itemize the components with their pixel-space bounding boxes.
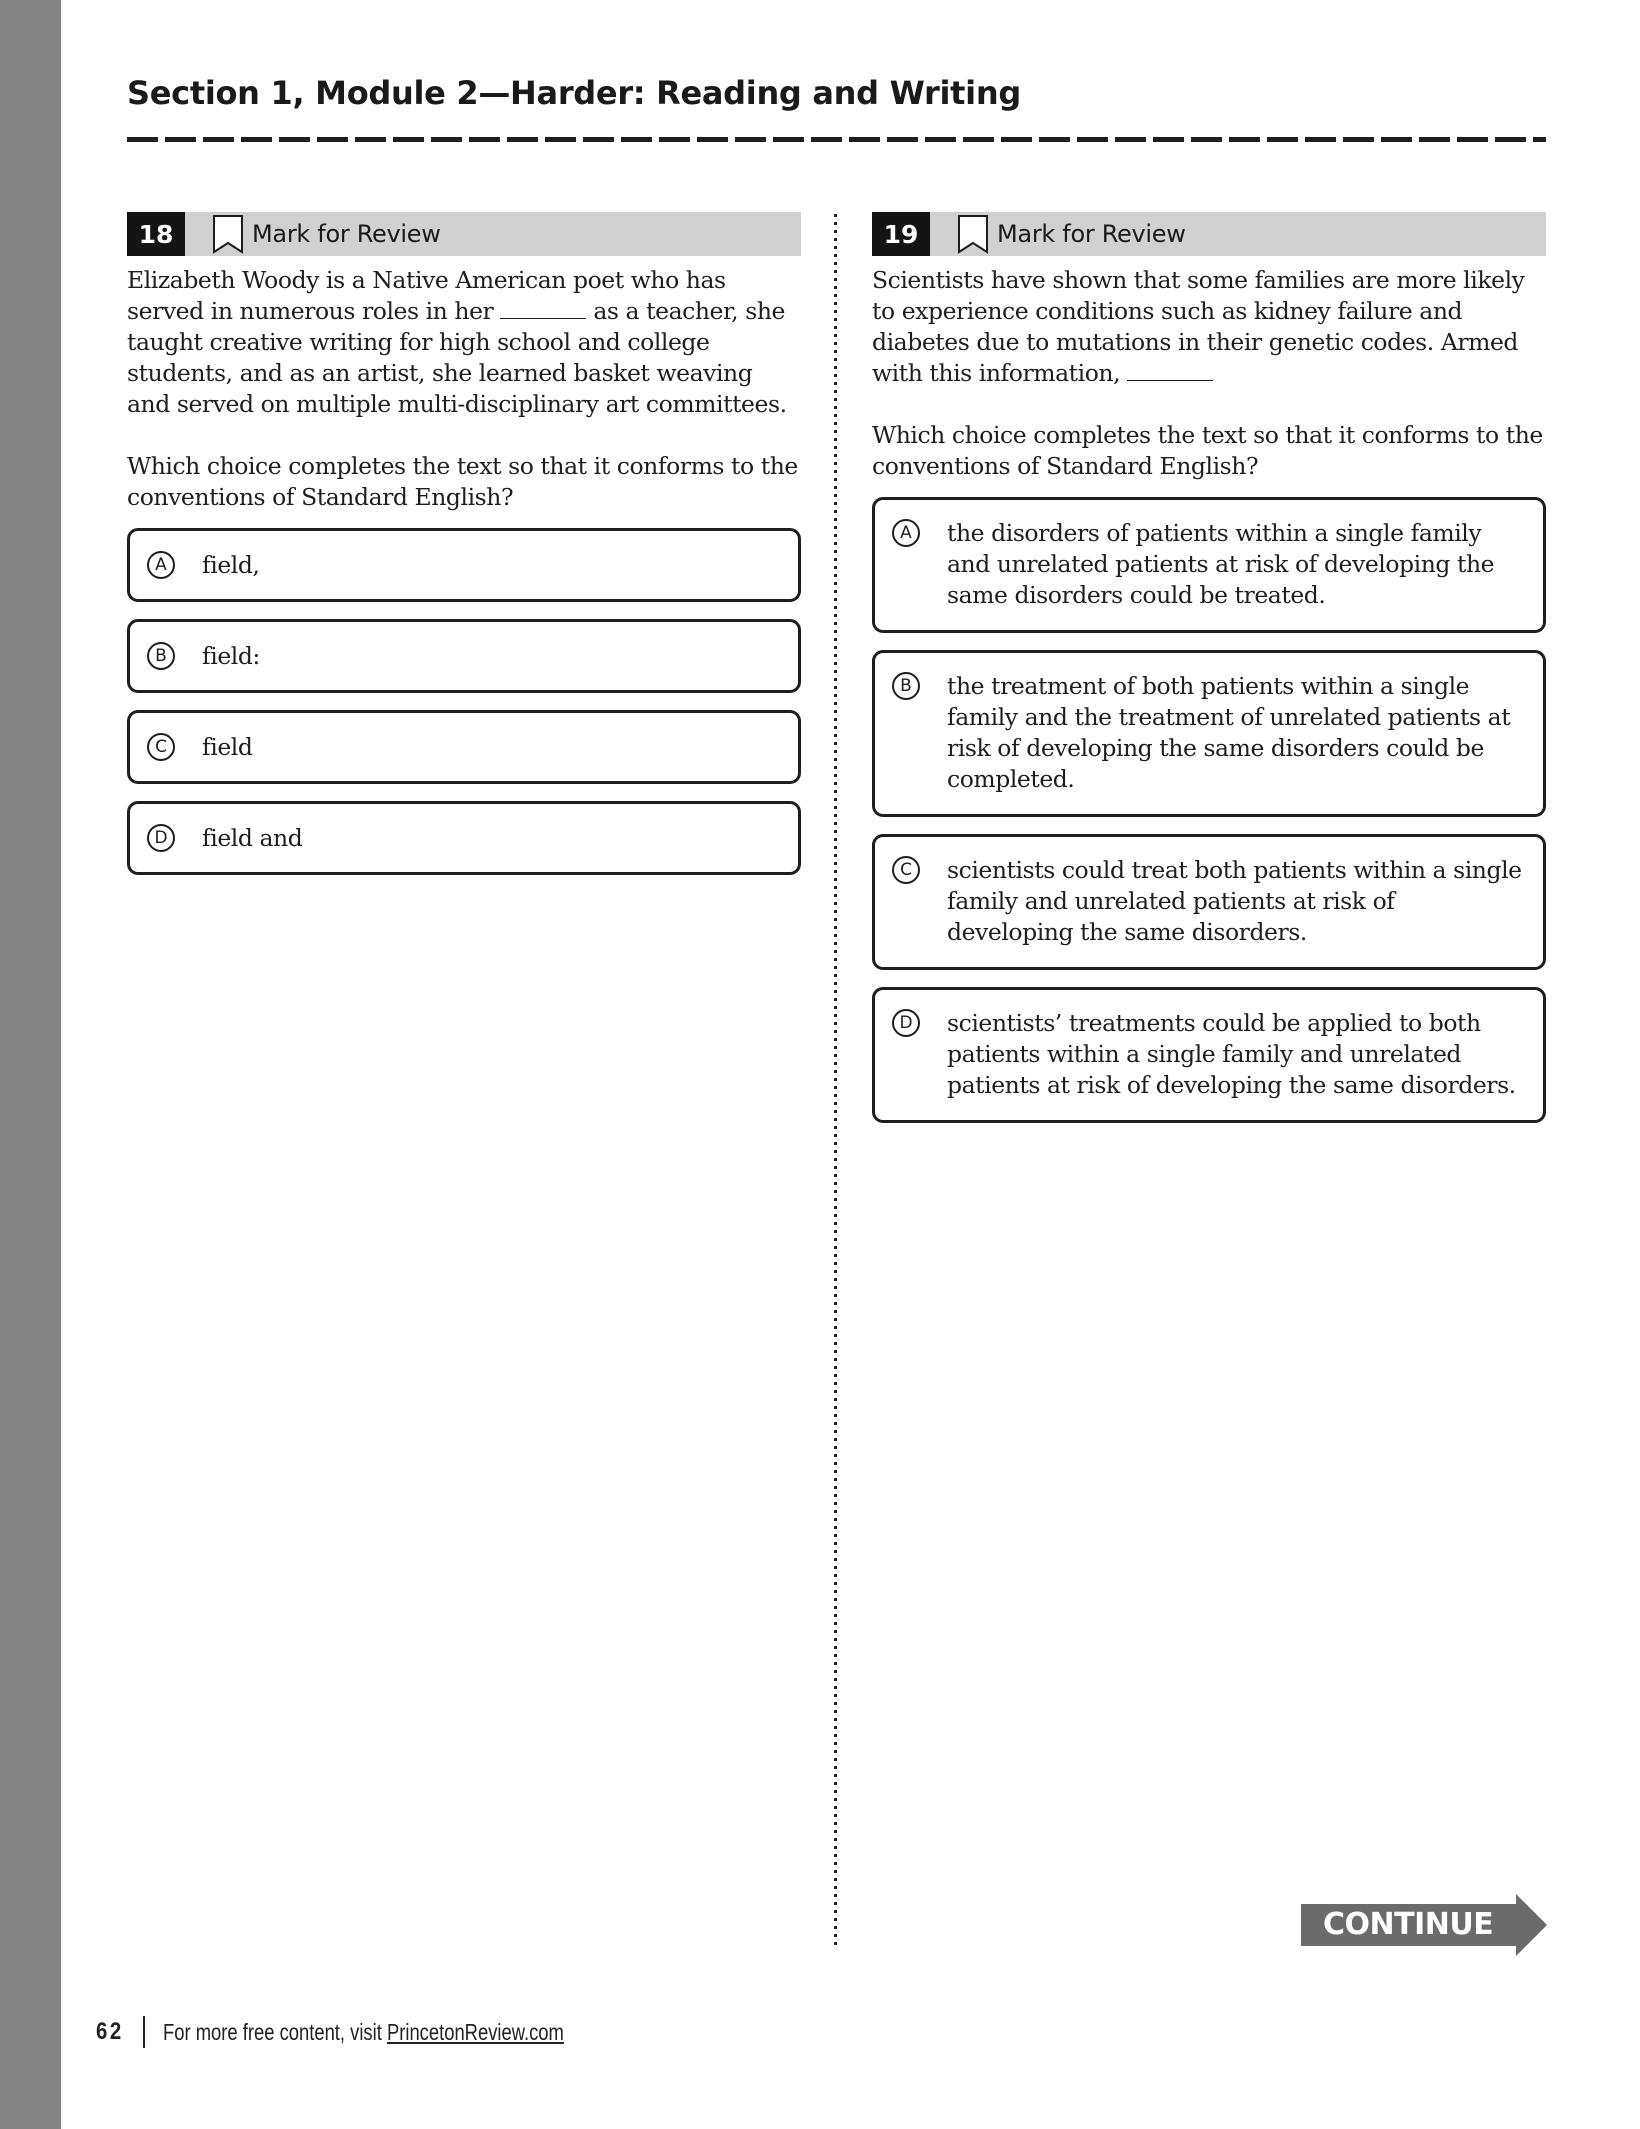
continue-button[interactable]: CONTINUE [1301, 1894, 1547, 1956]
answer-choices: A field, B field: C field D field and [127, 528, 801, 875]
bookmark-icon[interactable] [957, 214, 989, 254]
princeton-review-link[interactable]: PrincetonReview.com [387, 2019, 564, 2045]
continue-label: CONTINUE [1323, 1907, 1494, 1942]
page-footer: 62 For more free content, visit Princeto… [96, 2014, 664, 2050]
choice-text: scientists’ treatments could be applied … [947, 1009, 1516, 1099]
choice-letter-circle: A [147, 551, 175, 579]
mark-for-review-button[interactable]: Mark for Review [252, 220, 441, 248]
fill-in-blank [1127, 360, 1214, 381]
choice-text: field [202, 732, 253, 761]
answer-choice-d[interactable]: D scientists’ treatments could be applie… [872, 987, 1546, 1123]
choice-text: the disorders of patients within a singl… [947, 519, 1495, 609]
question-stem: Scientists have shown that some families… [872, 265, 1546, 389]
question-number-badge: 19 [872, 212, 930, 256]
answer-choice-d[interactable]: D field and [127, 801, 801, 875]
choice-text: scientists could treat both patients wit… [947, 856, 1522, 946]
answer-choice-b[interactable]: B the treatment of both patients within … [872, 650, 1546, 817]
choice-letter-circle: D [892, 1009, 920, 1037]
choice-letter-circle: B [147, 642, 175, 670]
choice-text: field and [202, 823, 303, 852]
footer-caption: For more free content, visit [162, 2018, 387, 2045]
page-title: Section 1, Module 2—Harder: Reading and … [127, 74, 1021, 112]
mark-for-review-button[interactable]: Mark for Review [997, 220, 1186, 248]
question-header: 18 Mark for Review [127, 212, 801, 256]
choice-text: field, [202, 550, 260, 579]
answer-choices: A the disorders of patients within a sin… [872, 497, 1546, 1123]
choice-text: field: [202, 641, 260, 670]
question-prompt: Which choice completes the text so that … [872, 421, 1543, 480]
choice-letter-circle: C [892, 856, 920, 884]
choice-text: the treatment of both patients within a … [947, 672, 1511, 793]
question-number-badge: 18 [127, 212, 185, 256]
choice-letter-circle: B [892, 672, 920, 700]
footer-text: For more free content, visit PrincetonRe… [163, 2019, 564, 2046]
answer-choice-a[interactable]: A the disorders of patients within a sin… [872, 497, 1546, 633]
choice-letter-circle: A [892, 519, 920, 547]
question-18: 18 Mark for Review Elizabeth Woody is a … [127, 212, 801, 892]
title-dashed-rule [127, 137, 1546, 142]
column-divider [834, 214, 837, 1950]
answer-choice-c[interactable]: C scientists could treat both patients w… [872, 834, 1546, 970]
answer-choice-c[interactable]: C field [127, 710, 801, 784]
question-stem: Elizabeth Woody is a Native American poe… [127, 265, 801, 420]
fill-in-blank [500, 298, 587, 319]
answer-choice-b[interactable]: B field: [127, 619, 801, 693]
choice-letter-circle: D [147, 824, 175, 852]
page-edge-sidebar [0, 0, 61, 2129]
page-number: 62 [96, 2018, 124, 2045]
question-prompt: Which choice completes the text so that … [127, 452, 798, 511]
bookmark-icon[interactable] [212, 214, 244, 254]
footer-separator [142, 2016, 145, 2048]
question-header: 19 Mark for Review [872, 212, 1546, 256]
choice-letter-circle: C [147, 733, 175, 761]
question-19: 19 Mark for Review Scientists have shown… [872, 212, 1546, 1140]
answer-choice-a[interactable]: A field, [127, 528, 801, 602]
